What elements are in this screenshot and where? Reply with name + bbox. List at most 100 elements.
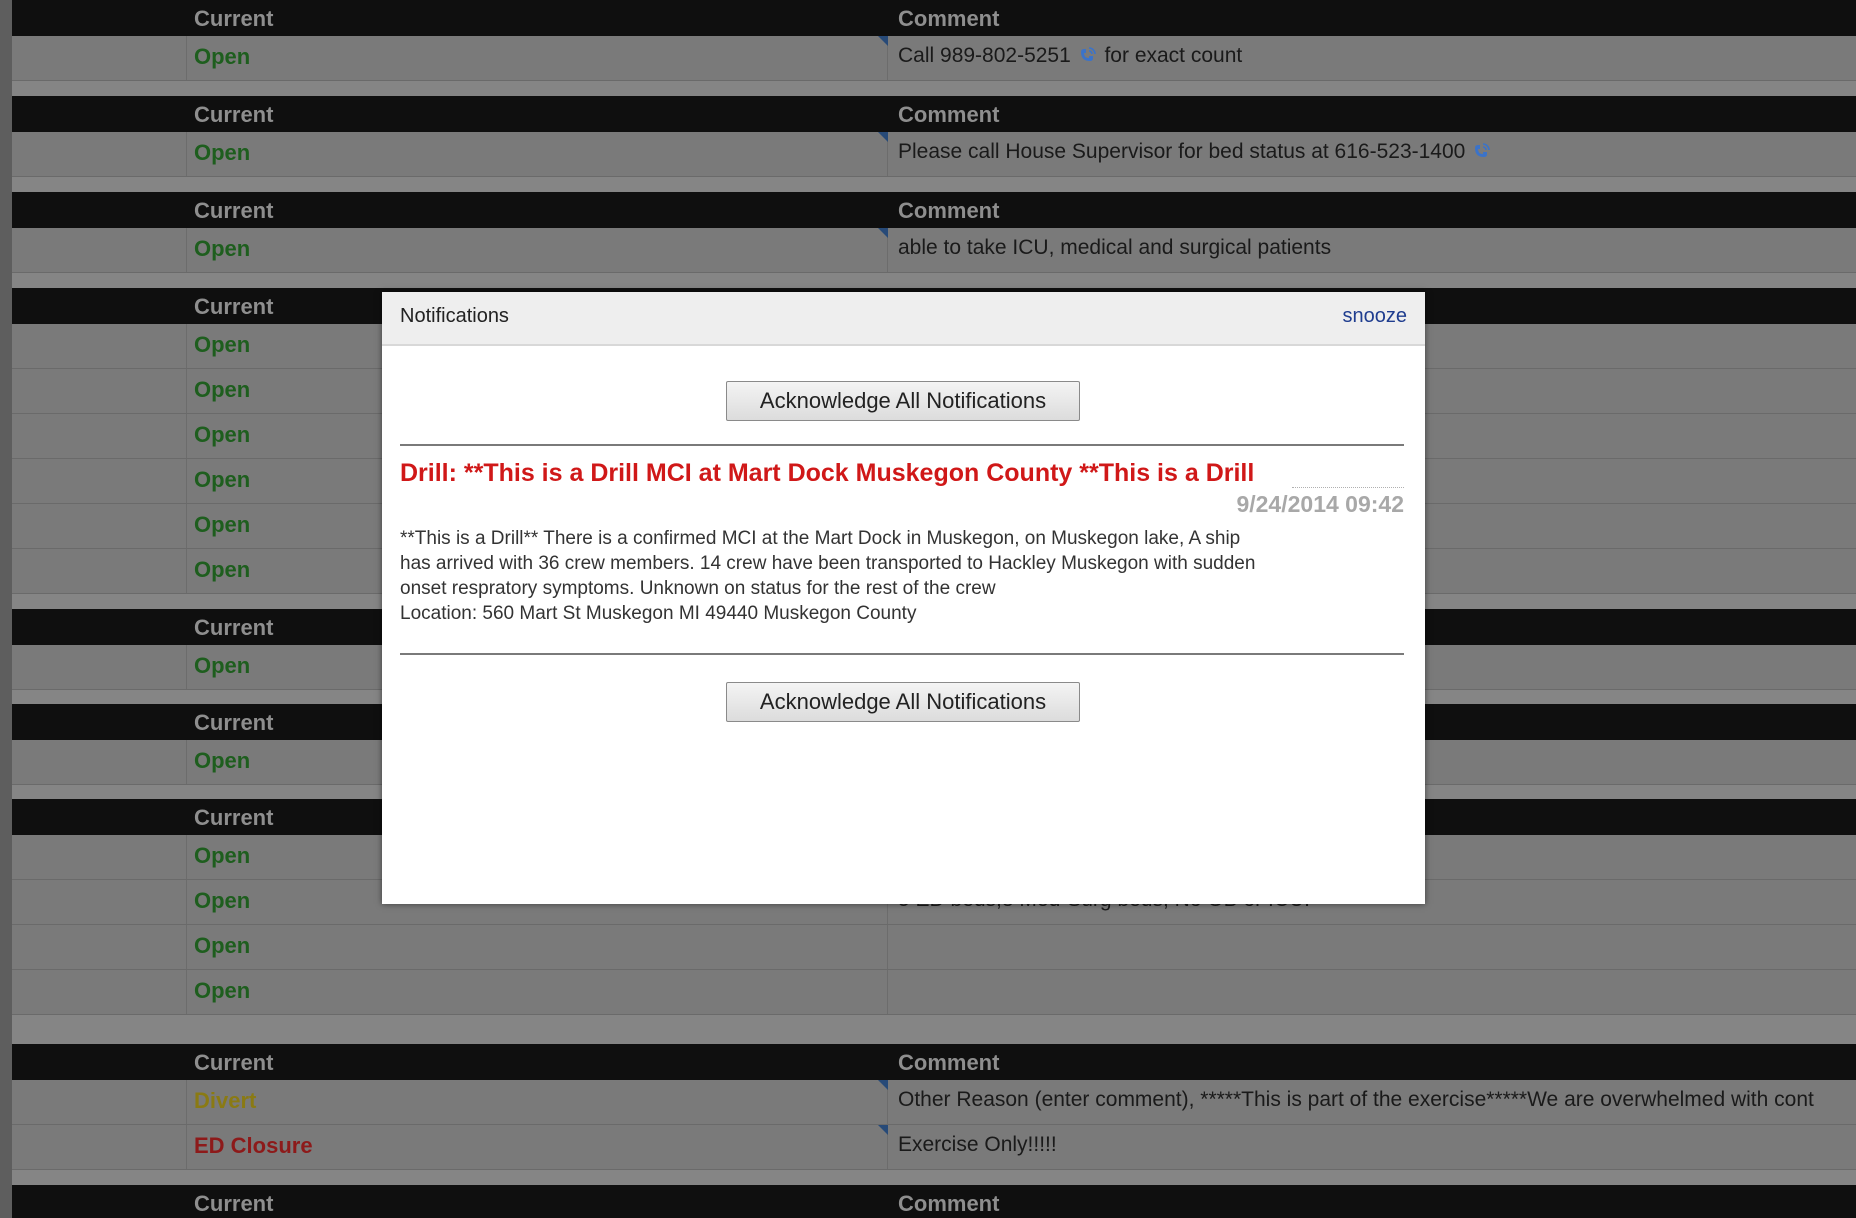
status-value: Open [194,653,251,678]
comment-column-header: Comment [898,1191,1000,1216]
current-column-header: Current [194,1191,274,1216]
snooze-link[interactable]: snooze [1343,305,1408,328]
row-label-cell [12,549,187,593]
section-header: Current Comment [12,192,1856,228]
status-value: Open [194,377,251,402]
status-value: Open [194,933,251,958]
notification-body-line: onset respratory symptoms. Unknown on st… [400,578,996,599]
row-label-cell [12,645,187,689]
status-value: Open [194,140,251,165]
current-column-header: Current [194,6,274,31]
phone-icon[interactable] [1077,46,1099,66]
status-value: ED Closure [194,1133,313,1158]
comment-main: Please call House Supervisor for bed sta… [898,140,1466,163]
row-label-cell [12,324,187,368]
status-section: Current Comment Open Please call House Supe… [12,96,1856,177]
status-section: Current Comment [12,1185,1856,1218]
acknowledge-all-button-bottom[interactable]: Acknowledge All Notifications [726,682,1080,722]
comment-marker [878,1080,888,1090]
row-label-cell [12,740,187,784]
row-label-cell [12,36,187,80]
status-value: Open [194,332,251,357]
status-value: Open [194,557,251,582]
comment-column-header: Comment [898,198,1000,223]
status-value: Open [194,236,251,261]
current-column-header: Current [194,102,274,127]
row-label-cell [12,880,187,924]
comment-text: Please call House Supervisor for bed sta… [898,140,1493,164]
status-value: Open [194,422,251,447]
comment-text: able to take ICU, medical and surgical p… [898,236,1331,260]
status-cell [187,925,888,969]
section-header: Current Comment [12,0,1856,36]
section-header: Current Comment [12,1044,1856,1080]
row-label-cell [12,414,187,458]
status-cell [187,36,888,80]
row-label-cell [12,835,187,879]
table-row[interactable]: Open [12,925,1856,970]
divider-top [400,444,1404,446]
status-cell [187,228,888,272]
notification-body-line: **This is a Drill** There is a confirmed… [400,528,1241,549]
comment-column-header: Comment [898,102,1000,127]
comment-marker [878,132,888,142]
status-cell [187,132,888,176]
modal-header: Notifications snooze [382,292,1425,346]
status-section: Current Comment Open Call 989-802-5251 for … [12,0,1856,81]
table-row[interactable]: ED Closure Exercise Only!!!!! [12,1125,1856,1170]
comment-text: Other Reason (enter comment), *****This … [898,1088,1814,1112]
current-column-header: Current [194,1050,274,1075]
section-header: Current Comment [12,96,1856,132]
current-column-header: Current [194,198,274,223]
table-row[interactable]: Open Call 989-802-5251 for exact count [12,36,1856,81]
comment-marker [878,228,888,238]
notification-timestamp: 9/24/2014 09:42 [1236,491,1404,517]
row-label-cell [12,459,187,503]
table-row[interactable]: Open able to take ICU, medical and surgic… [12,228,1856,273]
comment-suffix: for exact count [1098,44,1243,67]
current-column-header: Current [194,710,274,735]
current-column-header: Current [194,294,274,319]
comment-main: able to take ICU, medical and surgical p… [898,236,1332,259]
status-section: Current Comment Divert Other Reason (enter … [12,1044,1856,1170]
status-cell [187,1080,888,1124]
status-value: Open [194,843,251,868]
status-section: Current Comment Open able to take ICU, medi… [12,192,1856,273]
table-row[interactable]: Divert Other Reason (enter comment), ****… [12,1080,1856,1125]
comment-main: Call 989-802-5251 [898,44,1071,67]
comment-text: Call 989-802-5251 for exact count [898,44,1242,68]
row-label-cell [12,1080,187,1124]
table-row[interactable]: Open Please call House Supervisor for bed… [12,132,1856,177]
comment-main: Exercise Only!!!!! [898,1133,1057,1156]
table-row[interactable]: Open [12,970,1856,1015]
notification-body-line: has arrived with 36 crew members. 14 cre… [400,553,1256,574]
row-label-cell [12,132,187,176]
acknowledge-all-button-top[interactable]: Acknowledge All Notifications [726,381,1080,421]
status-value: Divert [194,1088,257,1113]
notification-title: Drill: **This is a Drill MCI at Mart Doc… [400,459,1255,487]
current-column-header: Current [194,805,274,830]
row-label-cell [12,970,187,1014]
status-value: Open [194,467,251,492]
notification-body: **This is a Drill** There is a confirmed… [400,526,1404,626]
status-value: Open [194,888,251,913]
divider-bottom [400,653,1404,655]
comment-main: Other Reason (enter comment), *****This … [898,1088,1814,1111]
row-label-cell [12,228,187,272]
status-value: Open [194,748,251,773]
notification-location-line: Location: 560 Mart St Muskegon MI 49440 … [400,603,917,624]
current-column-header: Current [194,615,274,640]
page-left-gutter [0,0,12,1218]
status-cell [187,970,888,1014]
comment-marker [878,36,888,46]
title-dotted-rule [1292,487,1404,488]
comment-column-header: Comment [898,1050,1000,1075]
comment-column-header: Comment [898,6,1000,31]
status-value: Open [194,512,251,537]
phone-icon[interactable] [1471,142,1493,162]
comment-marker [878,1125,888,1135]
row-label-cell [12,1125,187,1169]
row-label-cell [12,369,187,413]
row-label-cell [12,925,187,969]
modal-title: Notifications [400,305,509,327]
